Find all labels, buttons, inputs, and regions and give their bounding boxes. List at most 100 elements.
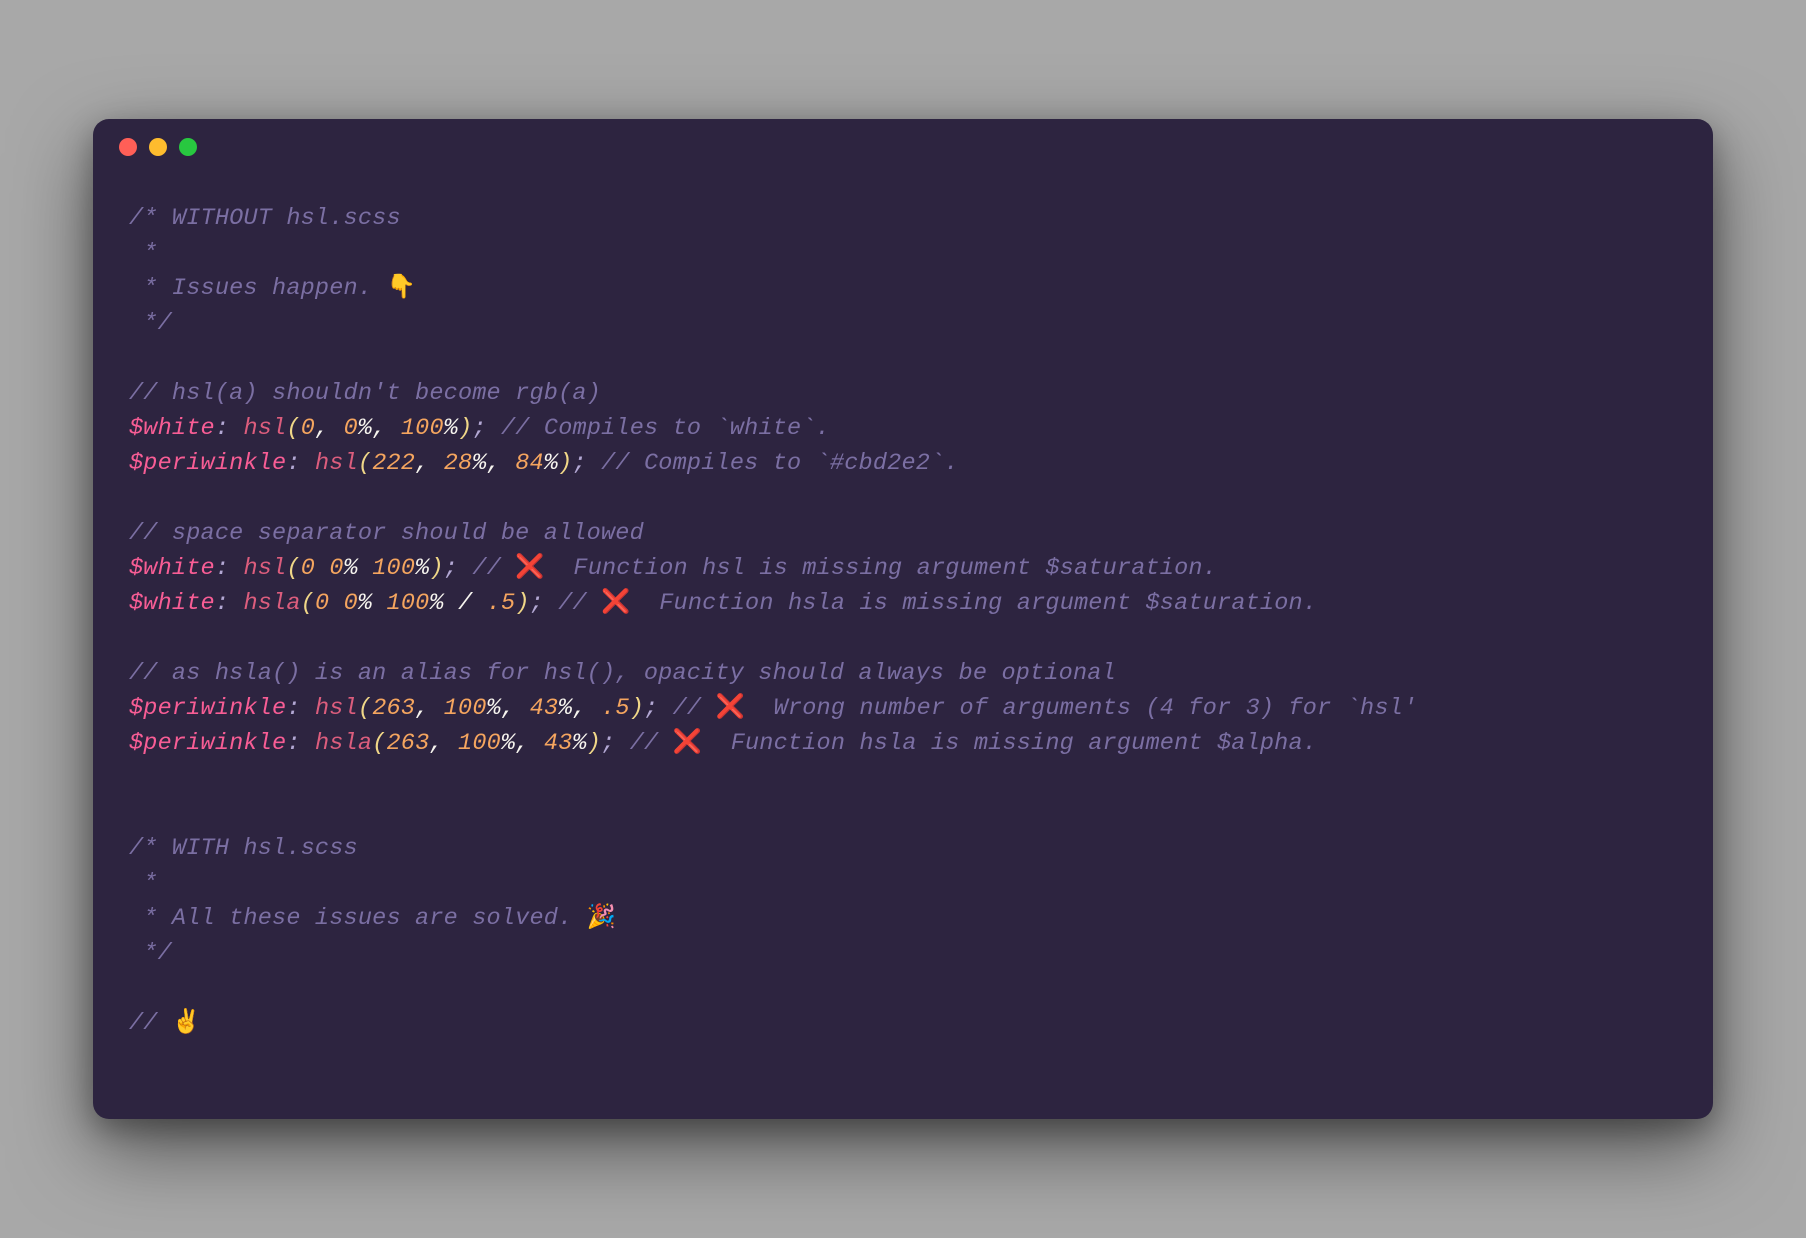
semicolon: ; [444,555,458,582]
percent: % [444,415,458,442]
comment-inline: Function hsla is missing argument $alpha… [702,730,1317,757]
space [301,730,315,757]
var-periwinkle: $periwinkle [129,695,286,722]
paren-close: ) [587,730,601,757]
colon: : [215,555,229,582]
paren-open: ( [372,730,386,757]
fn-hsla: hsla [315,730,372,757]
colon: : [215,590,229,617]
var-white: $white [129,590,215,617]
fn-hsl: hsl [315,450,358,477]
comment-inline: // Compiles to `white`. [487,415,830,442]
var-white: $white [129,415,215,442]
comment-prefix: // [658,695,715,722]
comma: , [501,695,530,722]
percent: % [472,450,486,477]
fn-hsla: hsla [243,590,300,617]
cross-mark-icon: ❌ [673,730,702,757]
paren-open: ( [286,415,300,442]
titlebar [93,119,1713,175]
comment-line: // [129,1010,172,1037]
space [301,450,315,477]
number: 100 [401,415,444,442]
comment-inline: // Compiles to `#cbd2e2`. [587,450,959,477]
paren-open: ( [358,695,372,722]
window-close-dot[interactable] [119,138,137,156]
comment-line: * Issues happen. [129,275,386,302]
space [358,555,372,582]
colon: : [286,695,300,722]
space [315,555,329,582]
space [329,590,343,617]
number: 100 [458,730,501,757]
cross-mark-icon: ❌ [601,590,630,617]
comment-block-end: */ [129,310,172,337]
code-area: /* WITHOUT hsl.scss * * Issues happen. 👇… [93,175,1713,1067]
comma: , [415,695,444,722]
space [229,590,243,617]
fn-hsl: hsl [243,415,286,442]
point-down-icon: 👇 [386,275,415,302]
window-maximize-dot[interactable] [179,138,197,156]
terminal-window: /* WITHOUT hsl.scss * * Issues happen. 👇… [93,119,1713,1119]
percent: % [501,730,515,757]
number: 100 [387,590,430,617]
semicolon: ; [472,415,486,442]
comment-line: // space separator should be allowed [129,520,644,547]
number: 43 [530,695,559,722]
percent: % [429,590,443,617]
var-white: $white [129,555,215,582]
number: 0 [315,590,329,617]
number: 263 [372,695,415,722]
number: 0 [329,555,343,582]
colon: : [215,415,229,442]
number: 0 [344,415,358,442]
comment-block-end: */ [129,940,172,967]
fn-hsl: hsl [243,555,286,582]
paren-close: ) [458,415,472,442]
semicolon: ; [530,590,544,617]
number: 0 [301,555,315,582]
comment-inline: Function hsl is missing argument $satura… [545,555,1217,582]
comma: , [372,415,401,442]
comma: , [572,695,601,722]
paren-open: ( [358,450,372,477]
space [372,590,386,617]
number: 263 [386,730,429,757]
fn-hsl: hsl [315,695,358,722]
party-popper-icon: 🎉 [587,905,616,932]
percent: % [358,590,372,617]
window-minimize-dot[interactable] [149,138,167,156]
comment-prefix: // [458,555,515,582]
colon: : [286,450,300,477]
semicolon: ; [601,730,615,757]
comma: , [415,450,444,477]
paren-close: ) [630,695,644,722]
paren-open: ( [286,555,300,582]
comma: , [429,730,458,757]
comment-line: // as hsla() is an alias for hsl(), opac… [129,660,1116,687]
comment-inline: Function hsla is missing argument $satur… [631,590,1318,617]
paren-close: ) [515,590,529,617]
comment-line: // hsl(a) shouldn't become rgb(a) [129,380,601,407]
number: 0 [301,415,315,442]
percent: % [544,450,558,477]
paren-open: ( [301,590,315,617]
percent: % [358,415,372,442]
percent: % [558,695,572,722]
var-periwinkle: $periwinkle [129,730,286,757]
number: 84 [515,450,544,477]
number: 100 [372,555,415,582]
semicolon: ; [572,450,586,477]
comma: , [515,730,544,757]
comment-block-start: /* WITH hsl.scss [129,835,358,862]
comment-prefix: // [544,590,601,617]
paren-close: ) [558,450,572,477]
space [301,695,315,722]
comment-block-start: /* WITHOUT hsl.scss [129,205,401,232]
comma: , [487,450,516,477]
percent: % [487,695,501,722]
comment-line: * [129,240,158,267]
comment-line: * All these issues are solved. [129,905,587,932]
cross-mark-icon: ❌ [716,695,745,722]
